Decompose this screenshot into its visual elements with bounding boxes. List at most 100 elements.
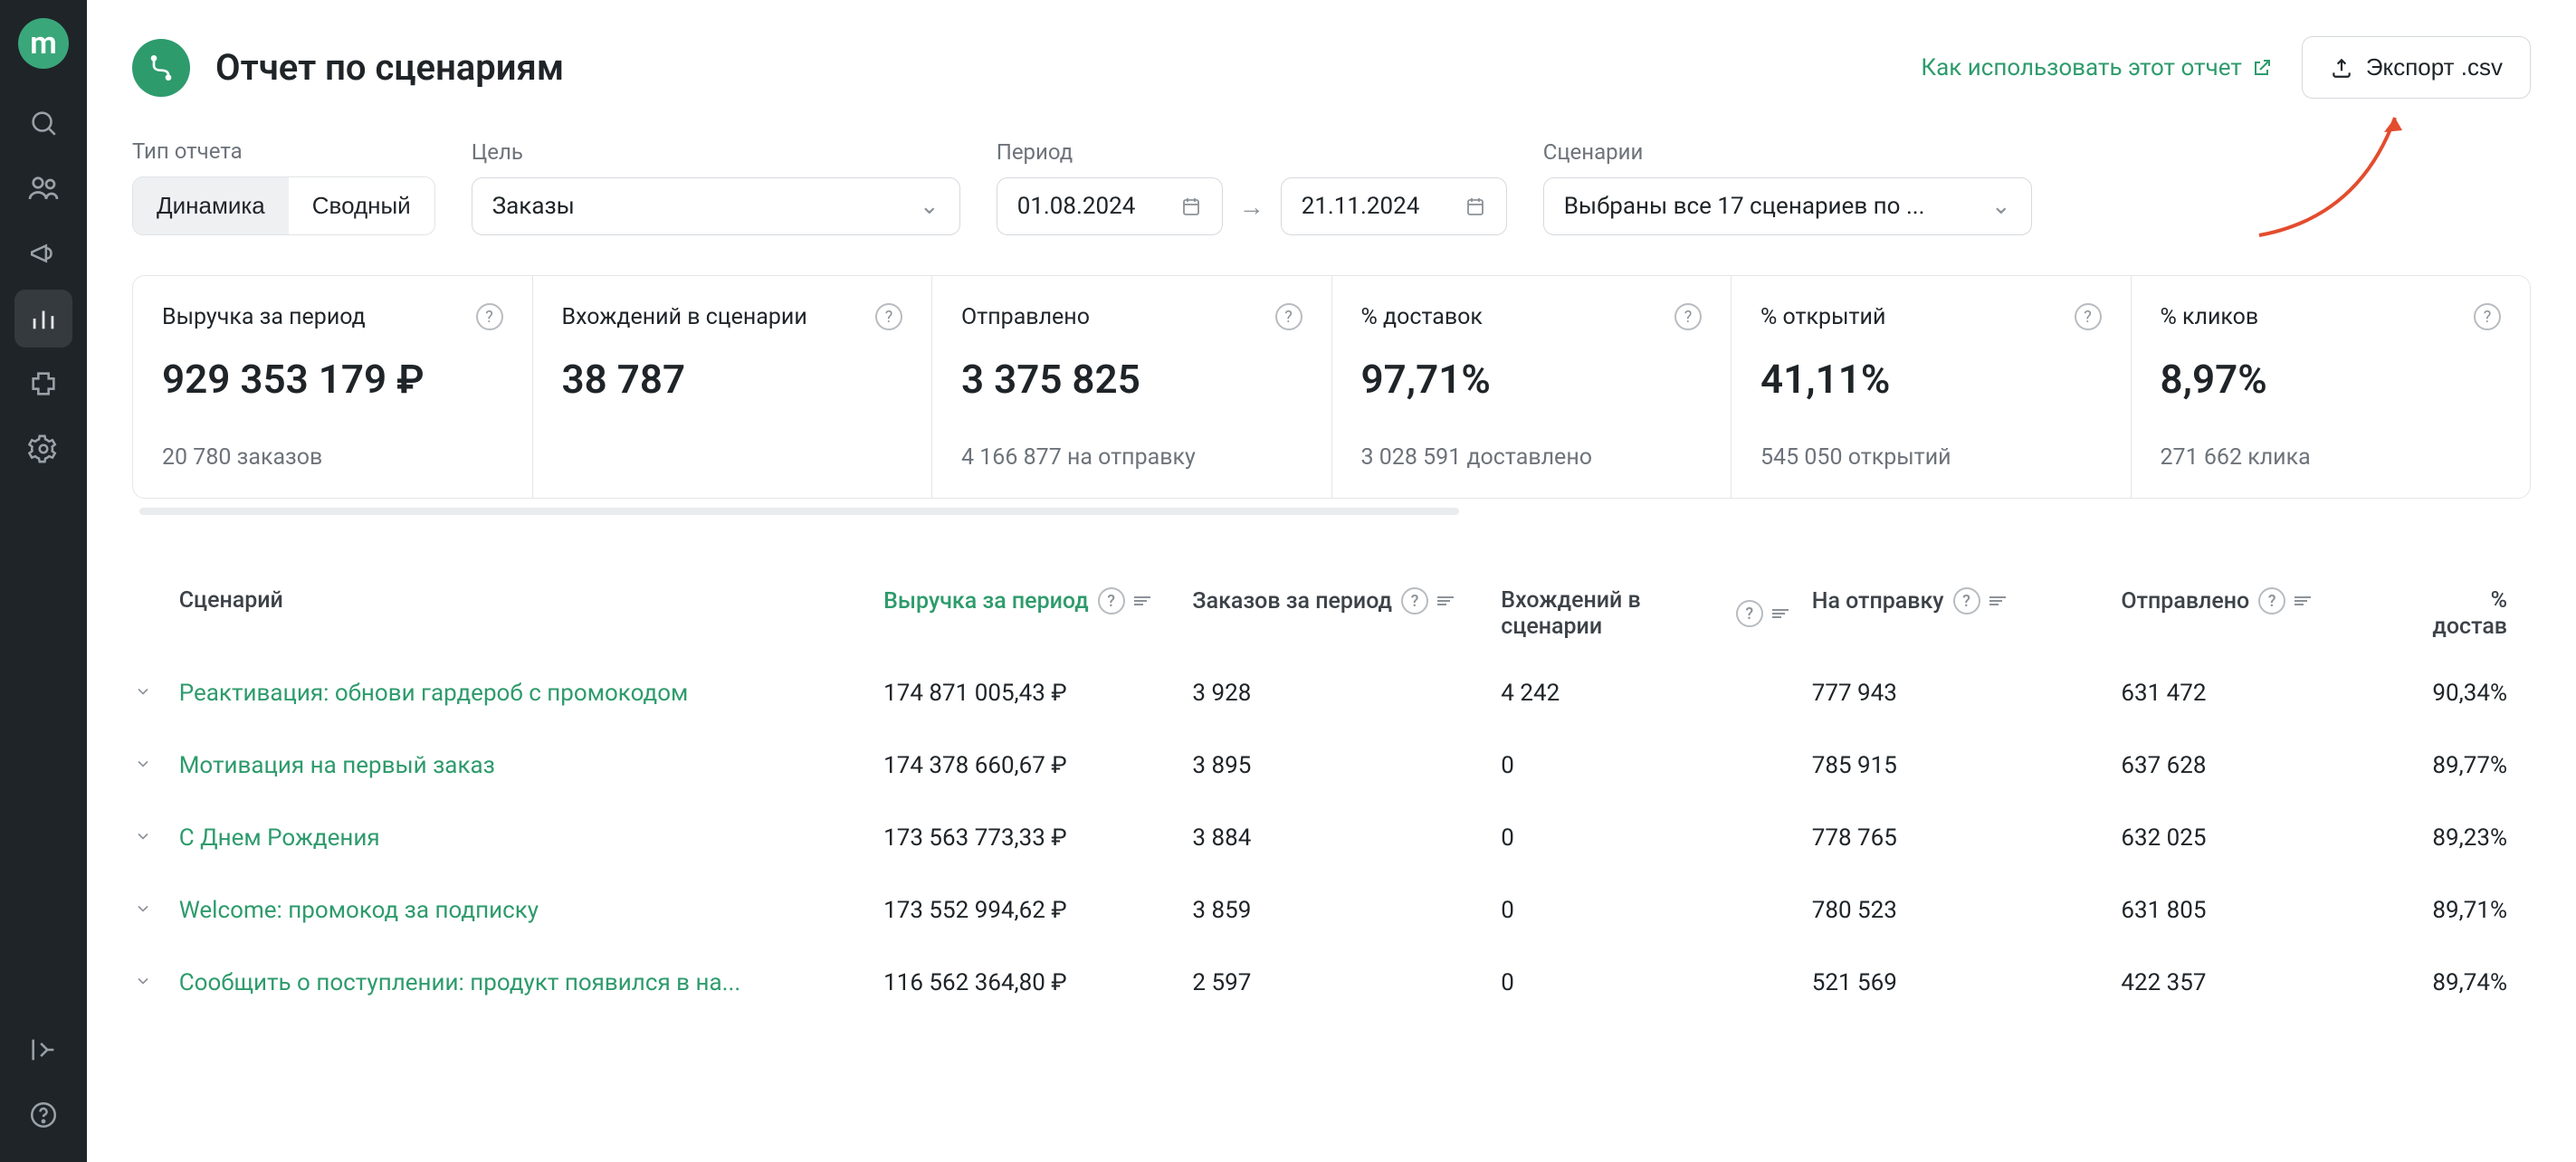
scenario-link[interactable]: Мотивация на первый заказ [179, 752, 495, 779]
cell-sent: 631 472 [2121, 658, 2430, 729]
col-to-send[interactable]: На отправку ? [1812, 571, 2120, 656]
collapse-icon [28, 1034, 59, 1065]
export-button[interactable]: Экспорт .csv [2302, 36, 2531, 99]
cell-orders: 3 895 [1192, 730, 1499, 801]
cell-to-send: 777 943 [1812, 658, 2120, 729]
metric-label: Выручка за период [162, 304, 366, 330]
metric-value: 929 353 179 ₽ [162, 356, 503, 403]
info-icon[interactable]: ? [1275, 303, 1302, 330]
scenarios-select[interactable]: Выбраны все 17 сценариев по ... ⌄ [1543, 177, 2032, 235]
cell-pct: 89,23% [2432, 803, 2529, 873]
info-icon[interactable]: ? [1401, 587, 1428, 614]
filter-bar: Тип отчета Динамика Сводный Цель Заказы … [132, 138, 2531, 235]
cell-sent: 632 025 [2121, 803, 2430, 873]
nav-collapse[interactable] [14, 1021, 72, 1079]
filter-period-label: Период [997, 139, 1507, 165]
info-icon[interactable]: ? [1736, 600, 1763, 627]
cell-orders: 3 928 [1192, 658, 1499, 729]
nav-campaigns[interactable] [14, 224, 72, 282]
info-icon[interactable]: ? [1098, 587, 1125, 614]
expand-toggle[interactable] [134, 755, 152, 773]
info-icon[interactable]: ? [476, 303, 503, 330]
info-icon[interactable]: ? [1953, 587, 1980, 614]
toggle-dynamics[interactable]: Динамика [133, 177, 289, 234]
info-icon[interactable]: ? [2075, 303, 2102, 330]
scenario-link[interactable]: С Днем Рождения [179, 824, 380, 852]
metric-sublabel: 4 166 877 на отправку [961, 444, 1302, 471]
filter-type-label: Тип отчета [132, 138, 435, 164]
metric-value: 41,11% [1760, 356, 2102, 403]
nav-settings[interactable] [14, 420, 72, 478]
metric-card: % открытий ? 41,11% 545 050 открытий [1732, 276, 2132, 498]
gear-icon [28, 433, 59, 464]
cell-orders: 2 597 [1192, 948, 1499, 1018]
horizontal-scrollbar[interactable] [139, 508, 1459, 515]
col-orders[interactable]: Заказов за период ? [1192, 571, 1499, 656]
upload-icon [2330, 56, 2353, 80]
flow-icon [147, 53, 176, 82]
metrics-row: Выручка за период ? 929 353 179 ₽ 20 780… [132, 275, 2531, 499]
metric-card: % доставок ? 97,71% 3 028 591 доставлено [1332, 276, 1732, 498]
cell-entries: 0 [1501, 875, 1809, 946]
cell-pct: 89,77% [2432, 730, 2529, 801]
metric-card: Вхождений в сценарии ? 38 787 [533, 276, 933, 498]
toggle-summary[interactable]: Сводный [289, 177, 434, 234]
calendar-icon [1465, 195, 1486, 217]
metric-label: % доставок [1361, 304, 1483, 330]
nav-search[interactable] [14, 94, 72, 152]
col-entries[interactable]: Вхождений в сценарии ? [1501, 571, 1809, 656]
cell-sent: 422 357 [2121, 948, 2430, 1018]
scenario-link[interactable]: Сообщить о поступлении: продукт появился… [179, 969, 740, 996]
date-from-input[interactable]: 01.08.2024 [997, 177, 1223, 235]
cell-entries: 0 [1501, 948, 1809, 1018]
cell-pct: 90,34% [2432, 658, 2529, 729]
info-icon[interactable]: ? [2258, 587, 2285, 614]
metric-sublabel: 3 028 591 доставлено [1361, 444, 1703, 471]
expand-toggle[interactable] [134, 827, 152, 845]
metric-value: 8,97% [2161, 356, 2502, 403]
nav-reports[interactable] [14, 290, 72, 348]
goal-select[interactable]: Заказы ⌄ [472, 177, 960, 235]
info-icon[interactable]: ? [875, 303, 902, 330]
expand-toggle[interactable] [134, 682, 152, 700]
table-row: Welcome: промокод за подписку 173 552 99… [134, 875, 2529, 946]
info-icon[interactable]: ? [1674, 303, 1702, 330]
scenarios-table: Сценарий Выручка за период ? Заказов за … [132, 569, 2531, 1020]
scenario-link[interactable]: Реактивация: обнови гардероб с промокодо… [179, 680, 689, 707]
nav-integrations[interactable] [14, 355, 72, 413]
metric-value: 38 787 [562, 356, 903, 403]
puzzle-icon [28, 368, 59, 399]
col-scenario[interactable]: Сценарий [179, 571, 882, 656]
expand-toggle[interactable] [134, 900, 152, 918]
nav-help[interactable] [14, 1086, 72, 1144]
sort-icon [1989, 596, 2006, 605]
metric-sublabel: 271 662 клика [2161, 444, 2502, 471]
page-title: Отчет по сценариям [215, 46, 564, 89]
table-row: Мотивация на первый заказ 174 378 660,67… [134, 730, 2529, 801]
metric-value: 3 375 825 [961, 356, 1302, 403]
expand-toggle[interactable] [134, 972, 152, 990]
cell-revenue: 174 871 005,43 ₽ [883, 658, 1190, 729]
external-link-icon [2251, 57, 2273, 79]
cell-revenue: 116 562 364,80 ₽ [883, 948, 1190, 1018]
cell-to-send: 780 523 [1812, 875, 2120, 946]
app-logo[interactable]: m [18, 18, 69, 69]
cell-pct: 89,74% [2432, 948, 2529, 1018]
filter-goal-label: Цель [472, 139, 960, 165]
cell-to-send: 778 765 [1812, 803, 2120, 873]
info-icon[interactable]: ? [2474, 303, 2501, 330]
date-to-input[interactable]: 21.11.2024 [1281, 177, 1507, 235]
col-sent[interactable]: Отправлено ? [2121, 571, 2430, 656]
scenario-link[interactable]: Welcome: промокод за подписку [179, 897, 539, 924]
table-row: Сообщить о поступлении: продукт появился… [134, 948, 2529, 1018]
calendar-icon [1180, 195, 1202, 217]
nav-audiences[interactable] [14, 159, 72, 217]
chevron-down-icon: ⌄ [1991, 193, 2011, 220]
table-row: Реактивация: обнови гардероб с промокодо… [134, 658, 2529, 729]
help-link[interactable]: Как использовать этот отчет [1921, 54, 2272, 81]
col-delivered-pct[interactable]: % достав [2432, 571, 2529, 656]
table-row: С Днем Рождения 173 563 773,33 ₽ 3 884 0… [134, 803, 2529, 873]
sidebar: m [0, 0, 87, 1162]
metric-value: 97,71% [1361, 356, 1703, 403]
col-revenue[interactable]: Выручка за период ? [883, 571, 1190, 656]
